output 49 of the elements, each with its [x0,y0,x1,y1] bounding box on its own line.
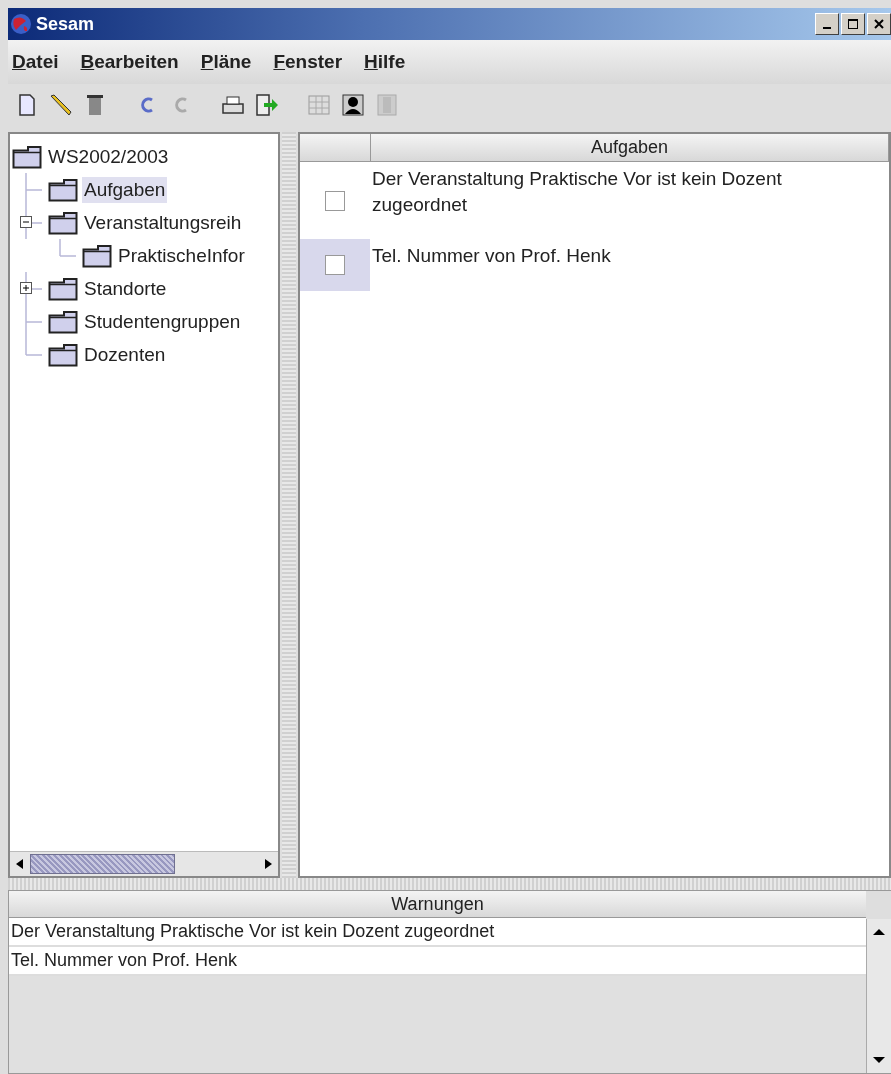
menu-item[interactable]: Pläne [200,51,252,73]
folder-icon [48,276,78,301]
tree-item[interactable]: Studentengruppen [82,308,243,335]
tree-item[interactable]: Veranstaltungsreih [82,209,244,236]
column-header[interactable] [300,134,371,162]
tree-item[interactable]: Aufgaben [82,176,168,203]
tree-line [25,173,42,206]
collapse-icon[interactable] [20,216,32,228]
task-text: Der Veranstaltung Praktische Vor ist kein Dozent zugeordnet [371,167,783,217]
checkbox[interactable] [325,255,345,275]
folder-icon [48,309,78,334]
tree-line [25,206,42,239]
window-title: Sesam [36,13,95,35]
tree-item[interactable]: WS2002/2003 [46,143,171,170]
maximize-icon [847,18,859,30]
column-header[interactable]: Warnungen [9,891,866,918]
tree-item[interactable]: Dozenten [82,341,168,368]
scroll-down-icon[interactable] [873,1056,885,1064]
table-cell[interactable]: Tel. Nummer von Prof. Henk [9,947,866,976]
task-text: Tel. Nummer von Prof. Henk [371,244,612,268]
folder-icon [48,210,78,235]
scroll-left-icon[interactable] [15,859,25,869]
checkbox[interactable] [325,190,345,211]
folder-icon [82,243,112,268]
tree-item[interactable]: Standorte [82,275,169,302]
menu-item[interactable]: Bearbeiten [80,51,179,73]
horizontal-scrollbar[interactable] [10,851,278,876]
globe-icon [10,13,32,35]
scroll-up-icon[interactable] [873,928,885,936]
close-icon [873,18,885,30]
column-header[interactable]: Aufgaben [371,134,889,162]
maximize-button[interactable] [841,13,865,35]
row-selector[interactable] [300,239,370,291]
folder-icon [48,342,78,367]
folder-icon [48,177,78,202]
table-cell[interactable]: Der Veranstaltung Praktische Vor ist kein Dozent zugeordnet [9,918,866,947]
close-button[interactable] [867,13,891,35]
vertical-scrollbar[interactable] [866,919,891,1073]
tree-item[interactable]: PraktischeInfor [116,242,247,269]
tree-line [59,239,76,257]
menu-item[interactable]: Hilfe [364,51,406,73]
menu-item[interactable]: Fenster [273,51,343,73]
minimize-button[interactable] [815,13,839,35]
expand-icon[interactable] [20,282,32,294]
folder-icon [12,144,42,169]
minimize-icon [823,27,831,29]
scroll-thumb[interactable] [30,854,175,874]
menu-item[interactable]: Datei [12,51,59,73]
scroll-right-icon[interactable] [263,859,273,869]
